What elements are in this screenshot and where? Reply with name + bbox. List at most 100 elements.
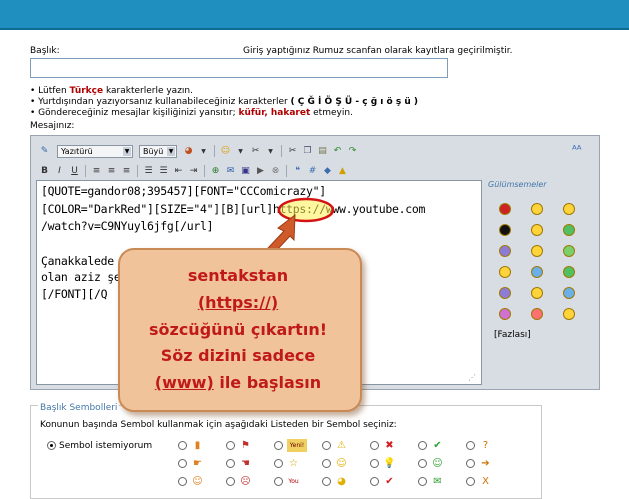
align-center-icon[interactable]: ≡ [105, 165, 118, 178]
underline-icon[interactable]: U [68, 165, 81, 178]
callout-line: Söz dizini sadece [160, 346, 316, 365]
wink-smiley-icon[interactable] [563, 287, 575, 299]
switch-editor-mode-icon[interactable]: ᴬᴬ [572, 143, 581, 156]
bullet-emphasis: küfür, hakaret [238, 108, 311, 118]
undo-icon[interactable]: ↶ [331, 145, 344, 158]
smile-smiley-icon[interactable] [563, 203, 575, 215]
resize-grip-icon[interactable]: ⋰ [468, 373, 476, 382]
smiley-icon[interactable]: ☺ [219, 145, 232, 158]
outdent-icon[interactable]: ⇤ [172, 165, 185, 178]
symbol-icon: You [288, 478, 299, 485]
more-smilies-link[interactable]: [Fazlası] [494, 330, 531, 340]
frown-smiley-icon[interactable] [499, 245, 511, 257]
symbol-icon: ⚑ [241, 440, 250, 451]
angry-smiley-icon[interactable] [531, 308, 543, 320]
title-symbols-instruction: Konunun başında Sembol kullanmak için aş… [40, 420, 397, 430]
embarrassed-smiley-icon[interactable] [499, 266, 511, 278]
ordered-list-icon[interactable]: ☰ [142, 165, 155, 178]
unordered-list-icon[interactable]: ☰ [157, 165, 170, 178]
grin-smiley-icon[interactable] [531, 224, 543, 236]
symbol-radio[interactable] [322, 441, 331, 450]
symbol-radio[interactable] [418, 459, 427, 468]
chevron-down-icon[interactable]: ▼ [234, 145, 247, 158]
link-icon[interactable]: ⊕ [209, 165, 222, 178]
bold-icon[interactable]: B [38, 165, 51, 178]
dizzy-smiley-icon[interactable] [531, 245, 543, 257]
symbol-radio[interactable] [370, 477, 379, 486]
symbol-radio[interactable] [466, 459, 475, 468]
no-symbol-label: Sembol istemiyorum [59, 441, 153, 451]
align-right-icon[interactable]: ≡ [120, 165, 133, 178]
symbol-icon: ☺ [192, 476, 203, 487]
message-label: Mesajınız: [30, 121, 75, 131]
code-icon[interactable]: # [306, 165, 319, 178]
symbol-radio[interactable] [226, 477, 235, 486]
symbol-radio[interactable] [370, 459, 379, 468]
symbol-icon: ➔ [481, 458, 490, 469]
title-input[interactable] [30, 58, 448, 78]
symbol-radio[interactable] [274, 441, 283, 450]
format-clear-icon[interactable]: ✎ [38, 145, 51, 158]
symbol-radio[interactable] [418, 477, 427, 486]
video-icon[interactable]: ▶ [254, 165, 267, 178]
symbol-radio[interactable] [178, 477, 187, 486]
smilies-title: Gülümsemeler [488, 180, 547, 189]
copy-icon[interactable]: ❐ [301, 145, 314, 158]
color-picker-icon[interactable]: ◕ [182, 145, 195, 158]
symbol-icon: ◕ [337, 476, 346, 487]
bullet-text: Yurtdışından yazıyorsanız kullanabileceğ… [38, 97, 291, 107]
no-symbol-radio[interactable] [47, 441, 56, 450]
symbol-radio[interactable] [274, 459, 283, 468]
attach-icon[interactable]: ✂ [249, 145, 262, 158]
unlink-icon[interactable]: ⊗ [269, 165, 282, 178]
symbol-icon: ☹ [240, 476, 251, 487]
callout-line: sentakstan [187, 266, 289, 285]
symbol-radio[interactable] [274, 477, 283, 486]
size-select[interactable]: Büyü ▼ [139, 144, 177, 158]
title-label: Başlık: [30, 46, 60, 56]
worried-smiley-icon[interactable] [499, 308, 511, 320]
alien-smiley-icon[interactable] [563, 245, 575, 257]
image-icon[interactable]: ▣ [239, 165, 252, 178]
symbol-radio[interactable] [226, 441, 235, 450]
symbol-radio[interactable] [226, 459, 235, 468]
align-left-icon[interactable]: ≡ [90, 165, 103, 178]
symbol-radio[interactable] [178, 459, 187, 468]
chevron-down-icon[interactable]: ▼ [197, 145, 210, 158]
italic-icon[interactable]: I [53, 165, 66, 178]
paste-icon[interactable]: ▤ [316, 145, 329, 158]
flag-smiley-icon[interactable] [499, 203, 511, 215]
font-select[interactable]: Yazıtürü ▼ [57, 144, 133, 158]
bullet-text: etmeyin. [310, 108, 353, 118]
grin-smiley-icon[interactable] [531, 203, 543, 215]
wink-smiley-icon[interactable] [531, 266, 543, 278]
callout-line: (www) [154, 373, 214, 392]
symbol-radio[interactable] [322, 459, 331, 468]
bullet-text: Lütfen [38, 86, 70, 96]
email-link-icon[interactable]: ✉ [224, 165, 237, 178]
editor-toolbar-row2: B I U ≡ ≡ ≡ ☰ ☰ ⇤ ⇥ ⊕ ✉ ▣ ▶ ⊗ ❝ # ◆ ▲ [38, 163, 349, 179]
symbol-radio[interactable] [466, 441, 475, 450]
frown-smiley-icon[interactable] [499, 287, 511, 299]
symbol-icon: ▮ [194, 440, 201, 451]
cool-smiley-icon[interactable] [563, 266, 575, 278]
symbol-icon: ☚ [241, 458, 250, 469]
quote-icon[interactable]: ❝ [291, 165, 304, 178]
symbol-icon: ⚠ [337, 440, 346, 451]
symbol-icon: ✖ [385, 440, 394, 451]
symbol-radio[interactable] [418, 441, 427, 450]
confused-smiley-icon[interactable] [531, 287, 543, 299]
php-icon[interactable]: ◆ [321, 165, 334, 178]
symbol-radio[interactable] [178, 441, 187, 450]
devil-smiley-icon[interactable] [499, 224, 511, 236]
redo-icon[interactable]: ↷ [346, 145, 359, 158]
symbol-radio[interactable] [370, 441, 379, 450]
highlight-icon[interactable]: ▲ [336, 165, 349, 178]
symbol-radio[interactable] [466, 477, 475, 486]
grin-smiley-icon[interactable] [563, 308, 575, 320]
chevron-down-icon[interactable]: ▼ [264, 145, 277, 158]
indent-icon[interactable]: ⇥ [187, 165, 200, 178]
cool-smiley-icon[interactable] [563, 224, 575, 236]
cut-icon[interactable]: ✂ [286, 145, 299, 158]
symbol-radio[interactable] [322, 477, 331, 486]
